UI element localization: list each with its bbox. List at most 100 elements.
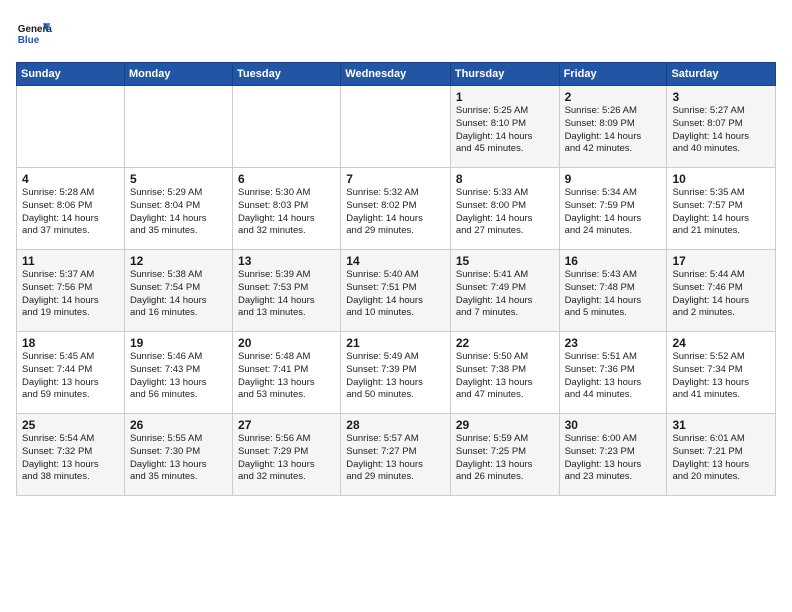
day-info: Sunrise: 5:57 AM Sunset: 7:27 PM Dayligh…	[346, 433, 445, 484]
calendar-cell: 20Sunrise: 5:48 AM Sunset: 7:41 PM Dayli…	[233, 332, 341, 414]
day-info: Sunrise: 5:46 AM Sunset: 7:43 PM Dayligh…	[130, 351, 227, 402]
day-number: 4	[22, 172, 119, 186]
day-number: 31	[672, 418, 770, 432]
calendar-cell: 3Sunrise: 5:27 AM Sunset: 8:07 PM Daylig…	[667, 86, 776, 168]
calendar-cell: 4Sunrise: 5:28 AM Sunset: 8:06 PM Daylig…	[17, 168, 125, 250]
day-info: Sunrise: 5:56 AM Sunset: 7:29 PM Dayligh…	[238, 433, 335, 484]
day-info: Sunrise: 5:34 AM Sunset: 7:59 PM Dayligh…	[565, 187, 662, 238]
logo: General Blue	[16, 16, 52, 52]
day-number: 20	[238, 336, 335, 350]
calendar-cell: 14Sunrise: 5:40 AM Sunset: 7:51 PM Dayli…	[341, 250, 451, 332]
calendar-week-row: 18Sunrise: 5:45 AM Sunset: 7:44 PM Dayli…	[17, 332, 776, 414]
calendar-cell: 25Sunrise: 5:54 AM Sunset: 7:32 PM Dayli…	[17, 414, 125, 496]
day-number: 25	[22, 418, 119, 432]
calendar-cell: 16Sunrise: 5:43 AM Sunset: 7:48 PM Dayli…	[559, 250, 667, 332]
calendar-cell: 31Sunrise: 6:01 AM Sunset: 7:21 PM Dayli…	[667, 414, 776, 496]
day-number: 9	[565, 172, 662, 186]
day-number: 5	[130, 172, 227, 186]
day-number: 30	[565, 418, 662, 432]
calendar-cell: 29Sunrise: 5:59 AM Sunset: 7:25 PM Dayli…	[450, 414, 559, 496]
day-info: Sunrise: 5:55 AM Sunset: 7:30 PM Dayligh…	[130, 433, 227, 484]
calendar-cell: 22Sunrise: 5:50 AM Sunset: 7:38 PM Dayli…	[450, 332, 559, 414]
calendar-week-row: 11Sunrise: 5:37 AM Sunset: 7:56 PM Dayli…	[17, 250, 776, 332]
page: General Blue SundayMondayTuesdayWednesda…	[0, 0, 792, 612]
day-info: Sunrise: 5:39 AM Sunset: 7:53 PM Dayligh…	[238, 269, 335, 320]
calendar-cell: 9Sunrise: 5:34 AM Sunset: 7:59 PM Daylig…	[559, 168, 667, 250]
calendar-day-header: Friday	[559, 63, 667, 86]
day-info: Sunrise: 5:37 AM Sunset: 7:56 PM Dayligh…	[22, 269, 119, 320]
day-number: 8	[456, 172, 554, 186]
calendar: SundayMondayTuesdayWednesdayThursdayFrid…	[16, 62, 776, 496]
day-info: Sunrise: 5:41 AM Sunset: 7:49 PM Dayligh…	[456, 269, 554, 320]
calendar-cell	[341, 86, 451, 168]
day-info: Sunrise: 5:29 AM Sunset: 8:04 PM Dayligh…	[130, 187, 227, 238]
calendar-cell: 12Sunrise: 5:38 AM Sunset: 7:54 PM Dayli…	[124, 250, 232, 332]
day-info: Sunrise: 5:35 AM Sunset: 7:57 PM Dayligh…	[672, 187, 770, 238]
day-number: 3	[672, 90, 770, 104]
day-number: 19	[130, 336, 227, 350]
day-number: 24	[672, 336, 770, 350]
calendar-cell: 15Sunrise: 5:41 AM Sunset: 7:49 PM Dayli…	[450, 250, 559, 332]
day-number: 18	[22, 336, 119, 350]
calendar-cell: 21Sunrise: 5:49 AM Sunset: 7:39 PM Dayli…	[341, 332, 451, 414]
calendar-cell: 24Sunrise: 5:52 AM Sunset: 7:34 PM Dayli…	[667, 332, 776, 414]
day-info: Sunrise: 5:45 AM Sunset: 7:44 PM Dayligh…	[22, 351, 119, 402]
day-number: 15	[456, 254, 554, 268]
calendar-cell	[124, 86, 232, 168]
calendar-day-header: Tuesday	[233, 63, 341, 86]
day-info: Sunrise: 5:48 AM Sunset: 7:41 PM Dayligh…	[238, 351, 335, 402]
day-info: Sunrise: 5:51 AM Sunset: 7:36 PM Dayligh…	[565, 351, 662, 402]
calendar-cell: 26Sunrise: 5:55 AM Sunset: 7:30 PM Dayli…	[124, 414, 232, 496]
calendar-day-header: Thursday	[450, 63, 559, 86]
calendar-cell: 30Sunrise: 6:00 AM Sunset: 7:23 PM Dayli…	[559, 414, 667, 496]
header: General Blue	[16, 16, 776, 52]
calendar-header-row: SundayMondayTuesdayWednesdayThursdayFrid…	[17, 63, 776, 86]
day-info: Sunrise: 5:43 AM Sunset: 7:48 PM Dayligh…	[565, 269, 662, 320]
day-number: 23	[565, 336, 662, 350]
day-number: 10	[672, 172, 770, 186]
day-number: 21	[346, 336, 445, 350]
day-info: Sunrise: 5:25 AM Sunset: 8:10 PM Dayligh…	[456, 105, 554, 156]
day-info: Sunrise: 6:01 AM Sunset: 7:21 PM Dayligh…	[672, 433, 770, 484]
calendar-day-header: Monday	[124, 63, 232, 86]
calendar-day-header: Saturday	[667, 63, 776, 86]
calendar-day-header: Wednesday	[341, 63, 451, 86]
calendar-cell: 1Sunrise: 5:25 AM Sunset: 8:10 PM Daylig…	[450, 86, 559, 168]
calendar-cell: 5Sunrise: 5:29 AM Sunset: 8:04 PM Daylig…	[124, 168, 232, 250]
calendar-cell: 17Sunrise: 5:44 AM Sunset: 7:46 PM Dayli…	[667, 250, 776, 332]
calendar-cell: 2Sunrise: 5:26 AM Sunset: 8:09 PM Daylig…	[559, 86, 667, 168]
day-number: 7	[346, 172, 445, 186]
day-number: 22	[456, 336, 554, 350]
calendar-cell: 27Sunrise: 5:56 AM Sunset: 7:29 PM Dayli…	[233, 414, 341, 496]
day-number: 13	[238, 254, 335, 268]
day-info: Sunrise: 5:33 AM Sunset: 8:00 PM Dayligh…	[456, 187, 554, 238]
day-info: Sunrise: 5:27 AM Sunset: 8:07 PM Dayligh…	[672, 105, 770, 156]
day-info: Sunrise: 5:54 AM Sunset: 7:32 PM Dayligh…	[22, 433, 119, 484]
day-number: 11	[22, 254, 119, 268]
calendar-week-row: 1Sunrise: 5:25 AM Sunset: 8:10 PM Daylig…	[17, 86, 776, 168]
svg-text:Blue: Blue	[18, 35, 40, 46]
day-number: 29	[456, 418, 554, 432]
calendar-cell: 7Sunrise: 5:32 AM Sunset: 8:02 PM Daylig…	[341, 168, 451, 250]
day-info: Sunrise: 5:52 AM Sunset: 7:34 PM Dayligh…	[672, 351, 770, 402]
calendar-week-row: 4Sunrise: 5:28 AM Sunset: 8:06 PM Daylig…	[17, 168, 776, 250]
day-number: 1	[456, 90, 554, 104]
calendar-cell: 13Sunrise: 5:39 AM Sunset: 7:53 PM Dayli…	[233, 250, 341, 332]
calendar-cell: 28Sunrise: 5:57 AM Sunset: 7:27 PM Dayli…	[341, 414, 451, 496]
day-info: Sunrise: 5:32 AM Sunset: 8:02 PM Dayligh…	[346, 187, 445, 238]
calendar-cell: 19Sunrise: 5:46 AM Sunset: 7:43 PM Dayli…	[124, 332, 232, 414]
day-number: 26	[130, 418, 227, 432]
day-info: Sunrise: 5:49 AM Sunset: 7:39 PM Dayligh…	[346, 351, 445, 402]
day-info: Sunrise: 5:28 AM Sunset: 8:06 PM Dayligh…	[22, 187, 119, 238]
calendar-cell: 10Sunrise: 5:35 AM Sunset: 7:57 PM Dayli…	[667, 168, 776, 250]
day-number: 2	[565, 90, 662, 104]
calendar-cell	[17, 86, 125, 168]
day-info: Sunrise: 5:26 AM Sunset: 8:09 PM Dayligh…	[565, 105, 662, 156]
logo-icon: General Blue	[16, 16, 52, 52]
day-info: Sunrise: 5:40 AM Sunset: 7:51 PM Dayligh…	[346, 269, 445, 320]
day-number: 6	[238, 172, 335, 186]
calendar-week-row: 25Sunrise: 5:54 AM Sunset: 7:32 PM Dayli…	[17, 414, 776, 496]
calendar-cell	[233, 86, 341, 168]
calendar-cell: 11Sunrise: 5:37 AM Sunset: 7:56 PM Dayli…	[17, 250, 125, 332]
day-info: Sunrise: 5:59 AM Sunset: 7:25 PM Dayligh…	[456, 433, 554, 484]
